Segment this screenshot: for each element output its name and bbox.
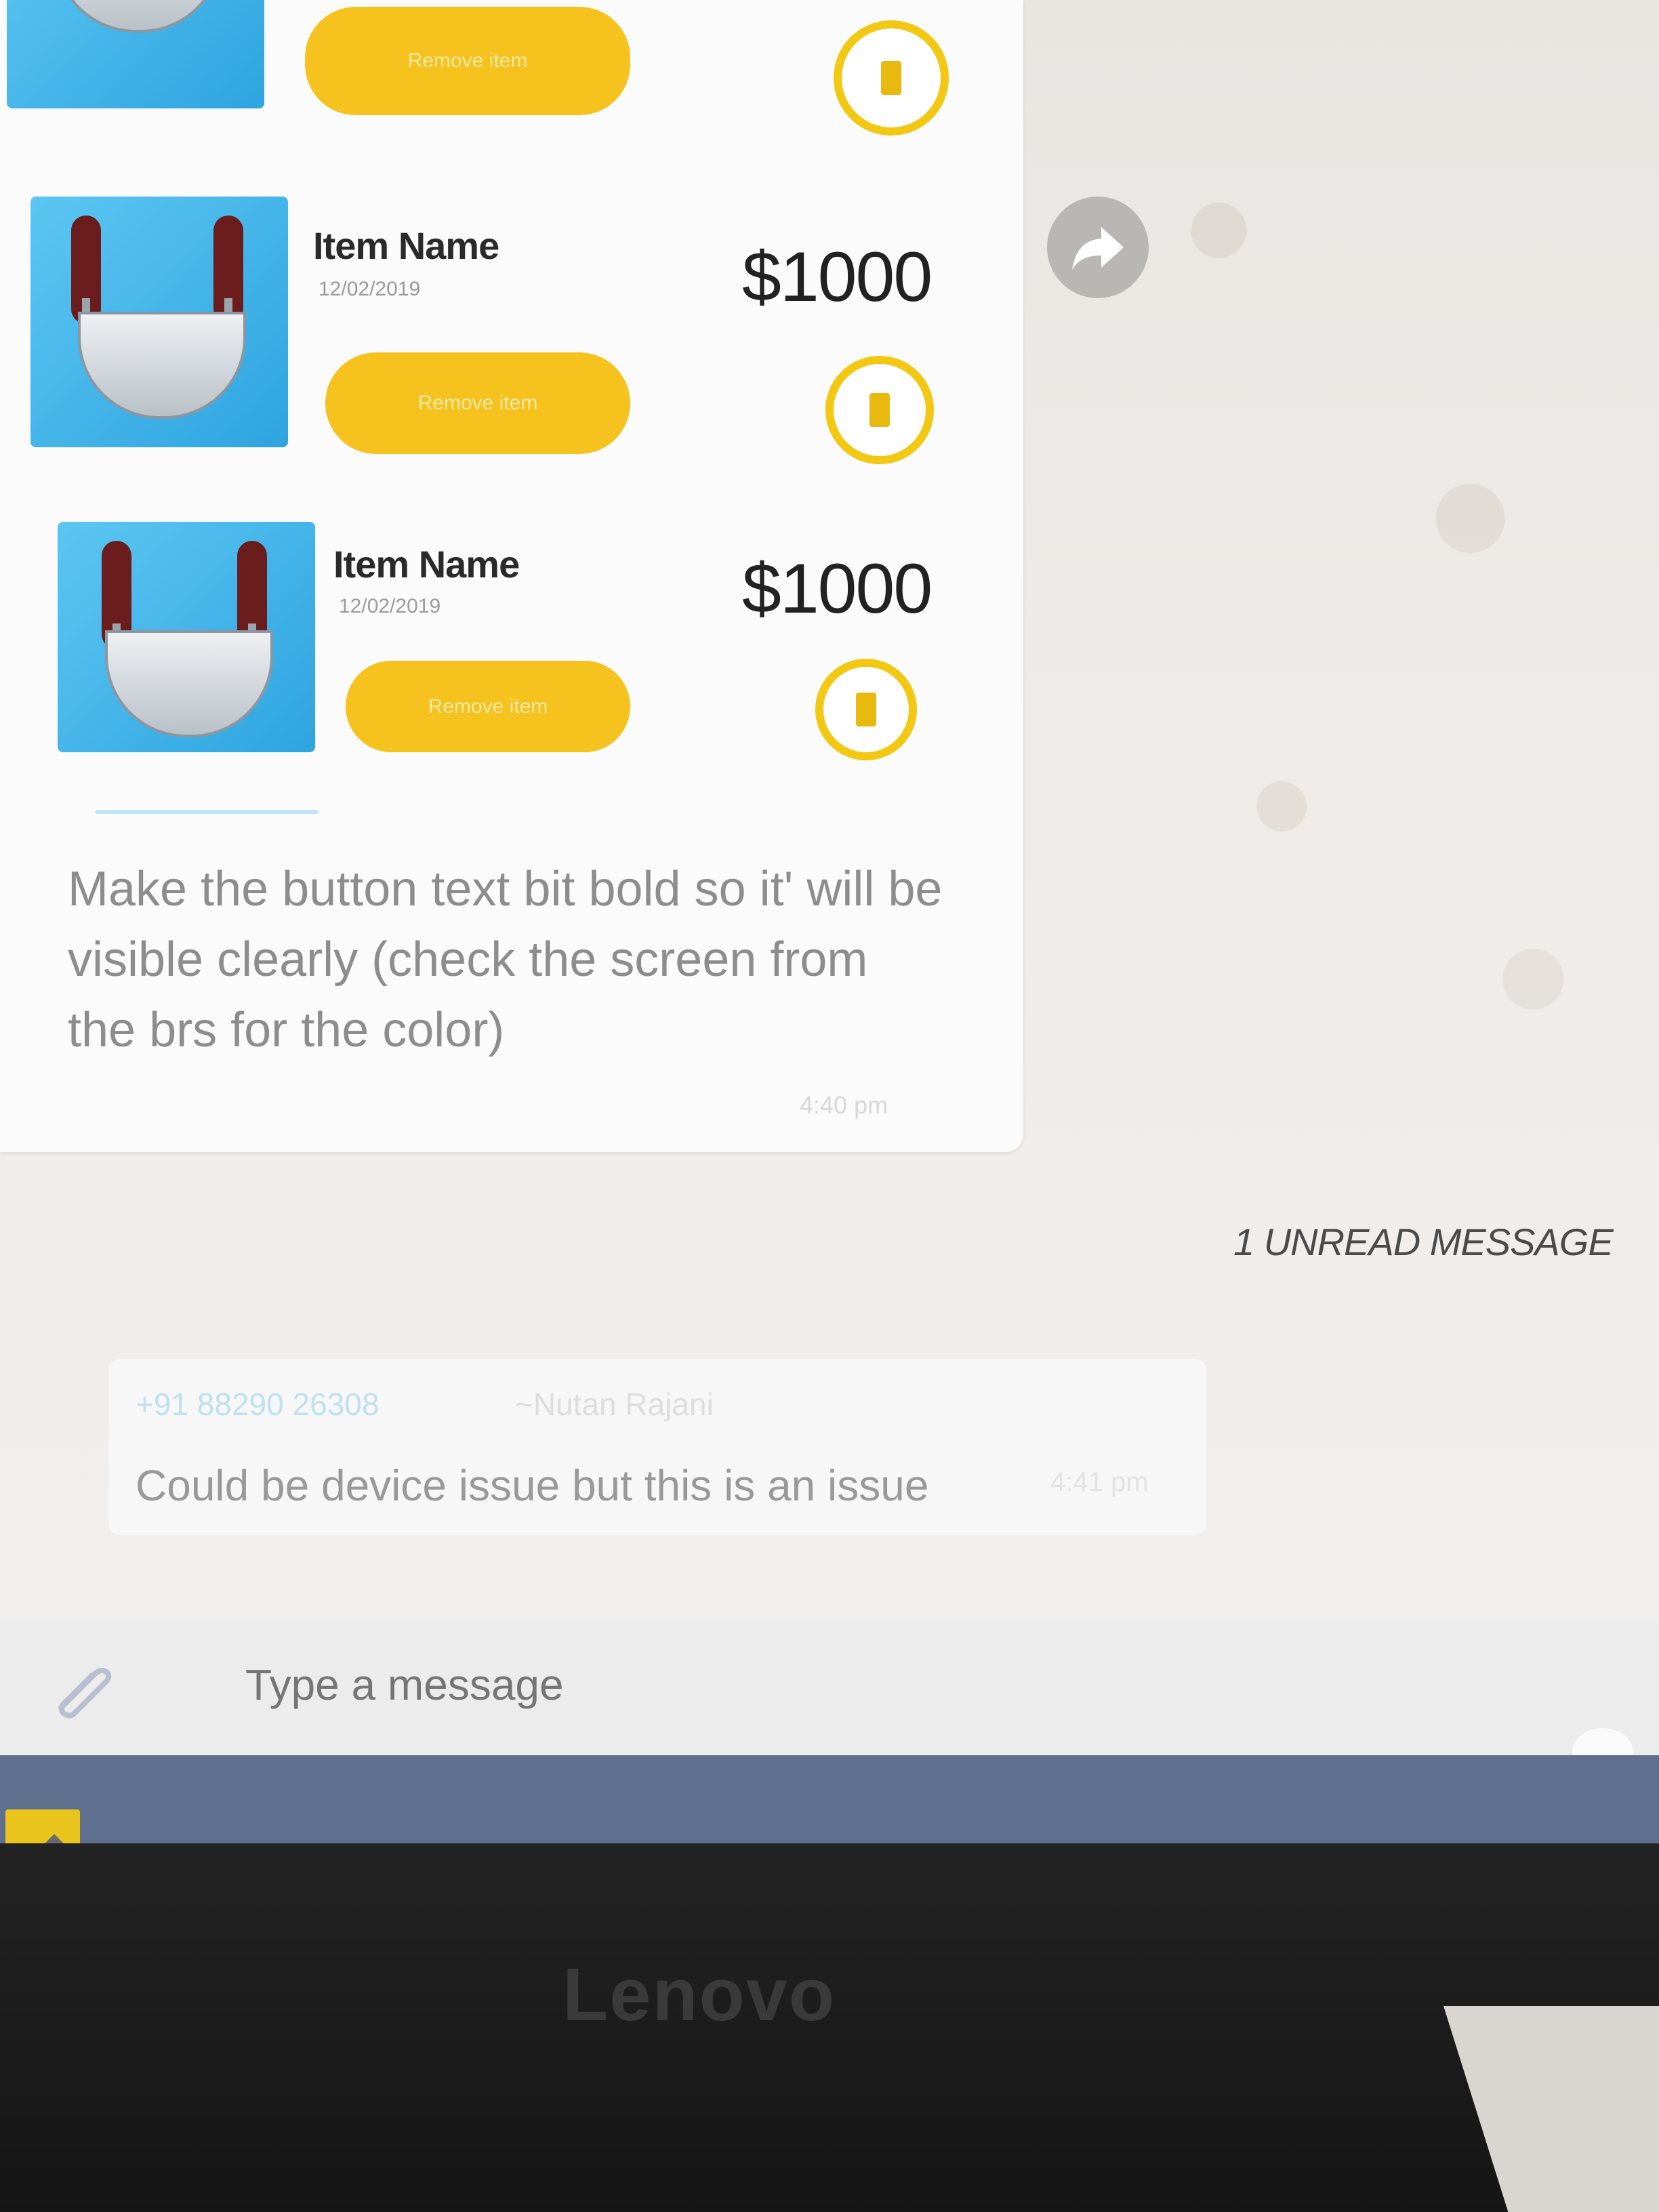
brand-logo: Lenovo (562, 1953, 836, 2036)
list-item: Remove item (0, 0, 1017, 136)
compose-bar (0, 1620, 1659, 1776)
incoming-message-time: 4:41 pm (1050, 1467, 1149, 1497)
remove-item-button[interactable]: Remove item (325, 352, 630, 454)
paperclip-icon[interactable] (47, 1654, 122, 1721)
incoming-message-bubble[interactable]: +91 88290 26308 ~Nutan Rajani Could be d… (108, 1359, 1206, 1535)
shared-screenshot[interactable]: Remove item Item Name 12/02/2019 $1000 R… (0, 0, 1017, 800)
message-input[interactable] (244, 1647, 1534, 1723)
delete-icon[interactable] (825, 356, 934, 464)
image-message-bubble[interactable]: Remove item Item Name 12/02/2019 $1000 R… (0, 0, 1023, 1152)
remove-item-button[interactable]: Remove item (305, 7, 630, 115)
delete-icon[interactable] (815, 659, 917, 760)
message-caption: Make the button text bit bold so it' wil… (68, 862, 943, 1057)
item-thumbnail (7, 0, 264, 108)
remove-item-button[interactable]: Remove item (346, 661, 630, 752)
sender-phone[interactable]: +91 88290 26308 (136, 1386, 379, 1422)
list-item: Item Name 12/02/2019 $1000 Remove item (0, 190, 1017, 474)
message-time: 4:40 pm (800, 1091, 888, 1119)
monitor-screen: Remove item Item Name 12/02/2019 $1000 R… (0, 0, 1659, 1843)
sticky-notes-icon[interactable] (5, 1809, 80, 1843)
item-price: $1000 (742, 550, 933, 628)
item-name: Item Name (333, 543, 520, 586)
divider (95, 810, 319, 814)
item-date: 12/02/2019 (339, 595, 441, 617)
chat-wallpaper (1030, 0, 1659, 1152)
unread-banner: 1 UNREAD MESSAGE (1233, 1221, 1614, 1263)
item-price: $1000 (742, 238, 933, 316)
sender-name: ~Nutan Rajani (515, 1387, 714, 1422)
forward-icon (1072, 227, 1124, 270)
list-item: Item Name 12/02/2019 $1000 Remove item (0, 515, 1017, 800)
forward-button[interactable] (1047, 197, 1149, 298)
delete-icon[interactable] (834, 20, 949, 136)
item-thumbnail (30, 197, 288, 447)
item-date: 12/02/2019 (319, 278, 421, 300)
taskbar (0, 1755, 1659, 1843)
item-name: Item Name (313, 224, 499, 267)
item-thumbnail (58, 522, 315, 752)
incoming-message-text: Could be device issue but this is an iss… (136, 1461, 929, 1510)
